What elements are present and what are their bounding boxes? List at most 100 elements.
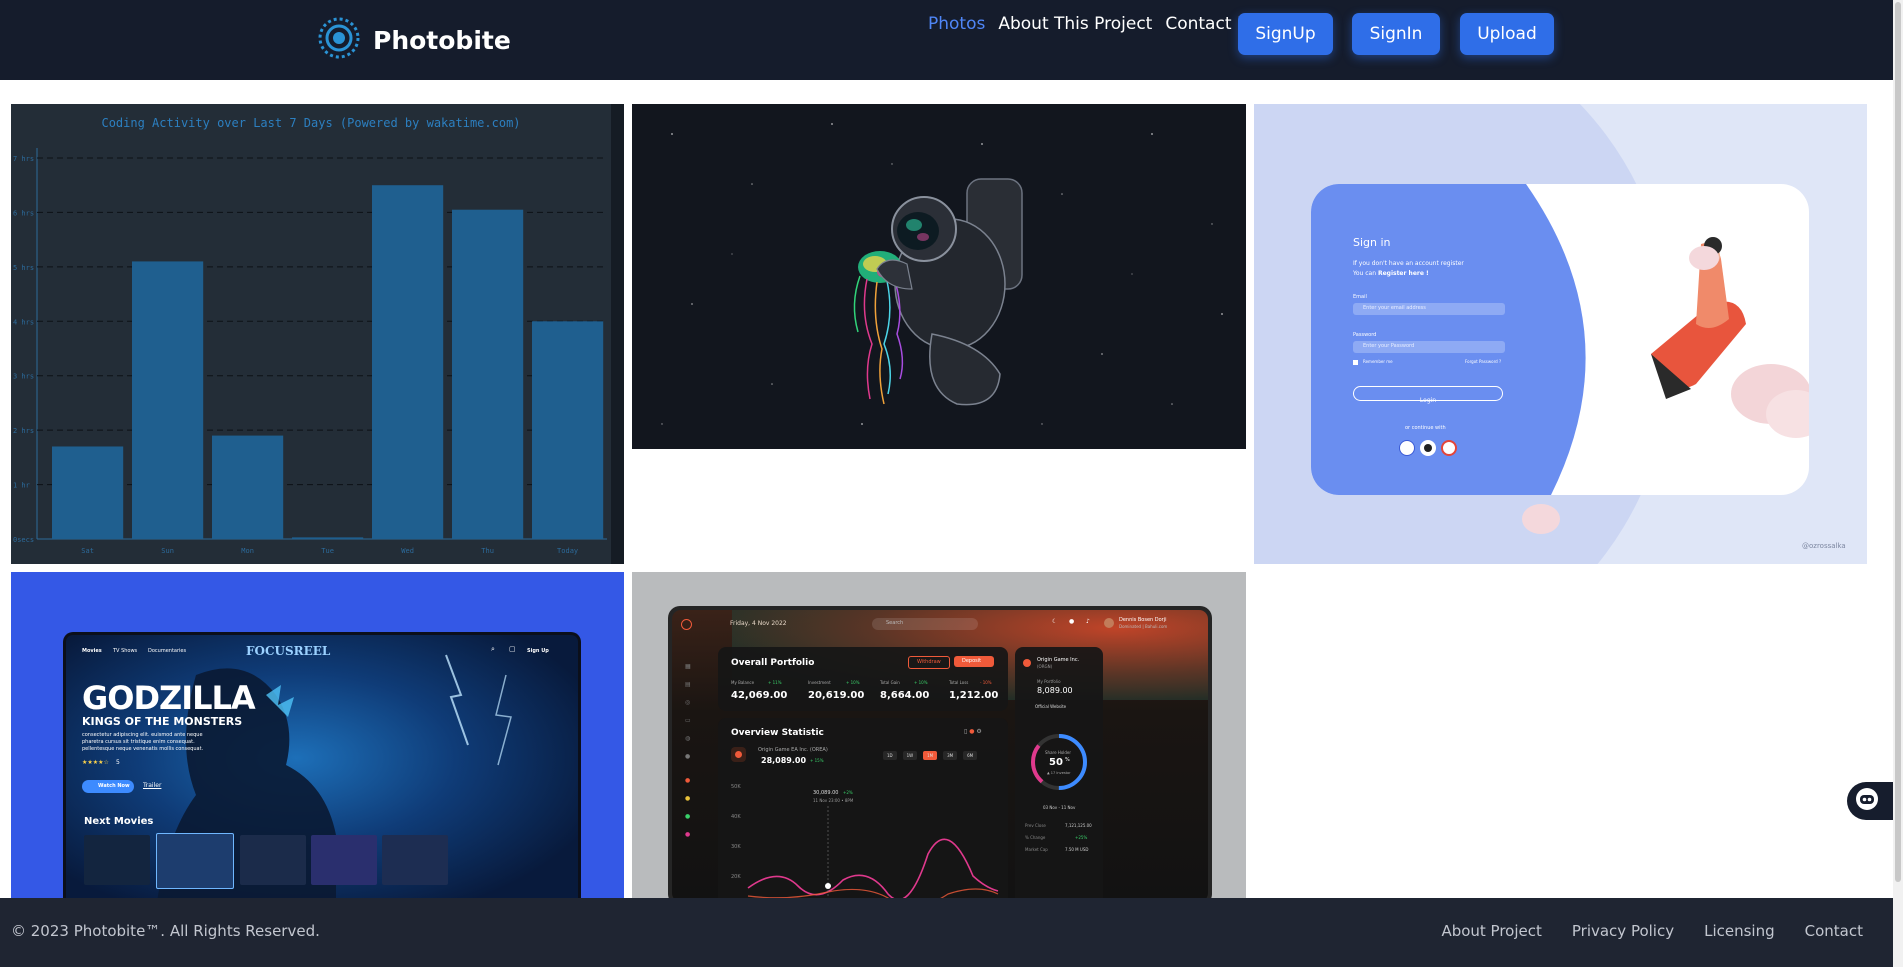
period-tab[interactable]: 1M [923, 751, 938, 760]
side-portfolio-value: 8,089.00 [1037, 686, 1073, 695]
login-button[interactable]: Login [1353, 386, 1503, 404]
footer-links: About Project Privacy Policy Licensing C… [1441, 922, 1863, 940]
scrollbar-thumb[interactable] [1895, 2, 1901, 882]
nav-links: Photos About This Project Contact Me [928, 14, 1262, 34]
chart-x-tick-label: Today [557, 547, 578, 555]
movie-thumbnail[interactable] [84, 835, 150, 885]
concentric-circle-icon [317, 16, 361, 64]
photo-finance-dashboard-ui[interactable]: Friday, 4 Nov 2022 Search ☾ ● ♪ Dennis B… [632, 572, 1246, 898]
company-value: 28,089.00 [761, 756, 807, 765]
date-range-select[interactable]: 03 Nov - 11 Nov [1043, 805, 1075, 810]
chart-bar [52, 446, 124, 539]
movie-nav-documentaries[interactable]: Documentaries [148, 648, 186, 654]
chart-y-tick-label: 2 hrs [13, 427, 34, 435]
search-icon[interactable]: ⌕ [491, 645, 495, 654]
period-tab[interactable]: 1D [883, 751, 897, 760]
signup-button[interactable]: SignUp [1238, 13, 1333, 55]
chat-widget-button[interactable] [1847, 782, 1893, 820]
stat-change: + 11% [768, 680, 782, 685]
upload-button[interactable]: Upload [1460, 13, 1554, 55]
photo-coding-activity-chart[interactable]: Coding Activity over Last 7 Days (Powere… [11, 104, 624, 564]
side-row-value: 7.50 M USD [1065, 847, 1089, 852]
watch-now-button[interactable]: Watch Now [82, 780, 134, 793]
mic-icon[interactable]: ● [1069, 618, 1074, 625]
stat-label: My Balance [731, 680, 755, 685]
movie-nav-movies[interactable]: Movies [82, 648, 102, 654]
movie-nav-tvshows[interactable]: TV Shows [113, 648, 137, 654]
withdraw-button[interactable]: Withdraw [908, 656, 950, 669]
chart-y-tick-label: 3 hrs [13, 373, 34, 381]
side-row-value: 7,121,125.00 [1065, 823, 1092, 828]
sidebar-icons[interactable]: ▦ ▤ ◎ ▭ ◍ ● [685, 658, 691, 766]
side-row-value: +25% [1075, 835, 1088, 840]
stat-change: + 10% [846, 680, 860, 685]
photo-astronaut-jellyfish[interactable] [632, 104, 1246, 449]
register-link[interactable]: Register here ! [1378, 270, 1429, 277]
chart-x-tick-label: Sun [161, 547, 174, 555]
deposit-button[interactable]: Deposit [954, 656, 994, 667]
movie-thumbnail[interactable] [311, 835, 377, 885]
password-field[interactable]: Enter your Password [1353, 341, 1505, 353]
avatar[interactable] [1104, 618, 1114, 628]
star-rating-icon: ★★★★☆ [82, 759, 109, 766]
facebook-icon[interactable] [1399, 440, 1415, 456]
signin-subtext-prefix: You can Register here ! [1353, 270, 1429, 277]
brand[interactable]: Photobite [317, 16, 511, 64]
movie-signup-link[interactable]: Sign Up [527, 648, 549, 654]
user-role: Dominated | Bahuli.com [1119, 624, 1168, 629]
chart-x-tick-label: Wed [401, 547, 414, 555]
movie-thumbnail[interactable] [156, 833, 234, 889]
photo-signin-ui-design[interactable]: Sign in If you don't have an account reg… [1254, 104, 1867, 564]
bookmark-icon[interactable]: ▢ [509, 645, 516, 653]
email-field[interactable]: Enter your email address [1353, 303, 1505, 315]
company-change: + 15% [810, 758, 824, 763]
company-logo-icon [731, 747, 746, 762]
gauge-label: Share Holder [1045, 750, 1072, 755]
apple-icon[interactable] [1420, 440, 1436, 456]
overview-line-chart: 50K 40K 30K 20K [731, 784, 999, 898]
withdraw-label: Withdraw [917, 659, 941, 665]
google-icon[interactable] [1441, 440, 1457, 456]
signin-button[interactable]: SignIn [1352, 13, 1440, 55]
movie-thumbnail[interactable] [240, 835, 306, 885]
signin-card: Sign in If you don't have an account reg… [1311, 184, 1809, 495]
footer-link-privacy[interactable]: Privacy Policy [1572, 922, 1674, 940]
nav-link-about[interactable]: About This Project [998, 14, 1152, 34]
period-tabs: 1D 1W 1M 3M 6M [883, 751, 978, 760]
footer-link-licensing[interactable]: Licensing [1704, 922, 1775, 940]
chart-y-tick-label: 5 hrs [13, 264, 34, 272]
period-tab[interactable]: 6M [963, 751, 978, 760]
nav-link-photos[interactable]: Photos [928, 14, 985, 34]
side-row-label: Prev Close [1025, 823, 1046, 828]
bell-icon[interactable]: ♪ [1086, 618, 1090, 625]
overview-icons[interactable]: ▯ ● ⚙ [964, 728, 982, 735]
user-name: Dennis Bosen Dorji [1119, 617, 1167, 623]
dashboard-search[interactable]: Search [872, 618, 978, 630]
photo-movie-streaming-ui[interactable]: Movies TV Shows Documentaries FOCUSREEL … [11, 572, 624, 898]
moon-icon[interactable]: ☾ [1052, 618, 1057, 625]
movie-thumbnail[interactable] [382, 835, 448, 885]
remember-checkbox[interactable] [1353, 360, 1358, 365]
stat-change: + 10% [914, 680, 928, 685]
footer-link-contact[interactable]: Contact [1805, 922, 1863, 940]
side-row-label: Market Cap [1025, 847, 1048, 852]
overview-y-tick: 40K [731, 814, 741, 820]
footer-link-about[interactable]: About Project [1441, 922, 1541, 940]
trailer-link[interactable]: Trailer [143, 782, 161, 789]
sidebar-app-icons[interactable]: ● ● ● ● [685, 772, 690, 844]
forgot-password-link[interactable]: Forgot Password ? [1465, 359, 1501, 364]
robot-icon [1855, 787, 1879, 815]
chart-bar [292, 537, 364, 539]
period-tab[interactable]: 1W [902, 751, 918, 760]
laptop-frame: Movies TV Shows Documentaries FOCUSREEL … [63, 632, 581, 898]
period-tab[interactable]: 3M [943, 751, 958, 760]
dashboard-screen: Friday, 4 Nov 2022 Search ☾ ● ♪ Dennis B… [672, 610, 1208, 898]
chart-bar [212, 435, 284, 539]
movie-description: consectetur adipiscing elit. euismod ant… [82, 732, 204, 752]
side-company-ticker: (ORGN) [1037, 664, 1053, 669]
page-scrollbar[interactable] [1893, 0, 1903, 967]
dashboard-date: Friday, 4 Nov 2022 [730, 620, 787, 627]
chart-panel: Coding Activity over Last 7 Days (Powere… [11, 104, 611, 564]
focusreel-logo: FOCUSREEL [246, 644, 331, 658]
official-website-link[interactable]: Official Website [1035, 704, 1066, 709]
